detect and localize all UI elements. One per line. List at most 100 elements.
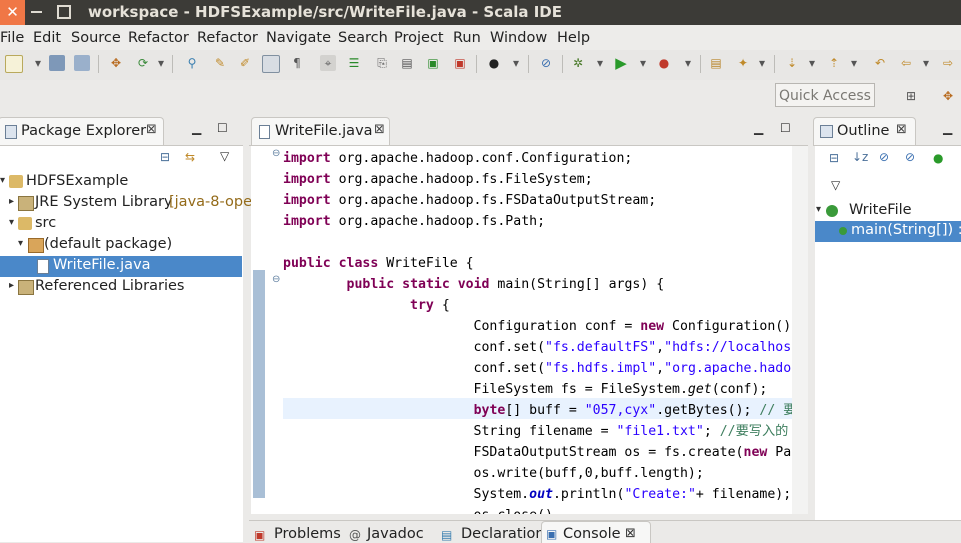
tree-label-decoration: [java-8-ope [169,194,252,210]
previous-annotation-icon[interactable]: ⇡ [826,55,842,71]
open-perspective-icon[interactable]: ⊞ [903,88,919,104]
tree-item-default-package[interactable]: ▾ (default package) [0,235,242,256]
build-icon[interactable]: ✥ [108,55,124,71]
view-menu-icon[interactable]: ▽ [220,149,229,163]
tree-item-project[interactable]: ▾ HDFSExample [0,172,242,193]
block-selection-icon[interactable]: ☰ [346,55,362,71]
debug-perspective-icon[interactable]: ⚲ [184,55,200,71]
save-all-icon[interactable] [74,55,90,71]
edit-icon[interactable]: ✎ [212,55,228,71]
toggle-mark-occurrences-icon[interactable]: ⌖ [320,55,336,71]
tab-outline[interactable]: Outline ⊠ [813,117,916,145]
maximize-icon[interactable]: ☐ [780,121,791,135]
close-icon[interactable]: ⊠ [374,122,385,137]
open-type-icon[interactable]: ✐ [237,55,253,71]
tree-item-jre-library[interactable]: ▸ JRE System Library [java-8-ope [0,193,252,214]
menu-run[interactable]: Run [453,30,481,46]
minimize-icon[interactable]: ▁ [943,121,952,135]
user-icon[interactable]: ● [486,55,502,71]
close-icon[interactable]: ⊠ [896,122,907,137]
tab-console[interactable]: ▣ Console ⊠ [541,521,651,543]
hide-static-icon[interactable]: ⊘ [905,150,915,164]
show-source-icon[interactable]: ▤ [399,55,415,71]
refresh-icon[interactable]: ⟳ [135,55,151,71]
collapse-all-icon[interactable]: ⊟ [160,150,170,164]
open-project-icon[interactable]: ▤ [708,55,724,71]
run-icon[interactable]: ▶ [613,55,629,71]
dropdown-arrow-icon[interactable]: ▾ [635,55,651,71]
link-with-editor-icon[interactable]: ⇆ [185,150,195,164]
outline-item-class[interactable]: ▾ WriteFile [815,201,961,222]
quick-access-field[interactable]: Quick Access [775,83,875,107]
window-close-button[interactable]: ✕ [0,0,25,25]
editor-scrollbar[interactable] [792,146,808,514]
show-whitespace-icon[interactable]: ⎘ [374,55,390,71]
menu-source[interactable]: Source [71,30,121,46]
menu-refactor[interactable]: Refactor [128,30,189,46]
sort-icon[interactable]: ↓z [852,150,868,164]
close-icon[interactable]: ⊠ [146,122,157,137]
open-resource-icon[interactable] [262,55,280,73]
fold-icon[interactable]: ⊖ [272,148,280,159]
dropdown-arrow-icon[interactable]: ▾ [846,55,862,71]
fold-icon[interactable]: ⊖ [272,274,280,285]
tab-javadoc[interactable]: Javadoc [367,526,424,542]
window-maximize-button[interactable] [57,5,71,19]
dropdown-arrow-icon[interactable]: ▾ [508,55,524,71]
back-icon[interactable]: ⇦ [898,55,914,71]
menu-project[interactable]: Project [394,30,444,46]
collapsed-arrow-icon[interactable]: ▸ [9,196,14,207]
java-perspective-icon[interactable]: ✥ [940,88,956,104]
dropdown-arrow-icon[interactable]: ▾ [153,55,169,71]
tree-item-src[interactable]: ▾ src [0,214,242,235]
debug-icon[interactable]: ✲ [570,55,586,71]
window-minimize-button[interactable] [31,11,42,13]
paragraph-icon[interactable]: ¶ [289,55,305,71]
dropdown-arrow-icon[interactable]: ▾ [804,55,820,71]
dropdown-arrow-icon[interactable]: ▾ [30,55,46,71]
expanded-arrow-icon[interactable]: ▾ [0,175,5,186]
hide-non-public-icon[interactable]: ● [933,151,943,165]
tab-declaration[interactable]: Declaration [461,526,545,542]
tree-item-referenced-libraries[interactable]: ▸ Referenced Libraries [0,277,242,298]
tab-problems[interactable]: Problems [274,526,341,542]
close-icon[interactable]: ⊠ [625,526,636,541]
maximize-icon[interactable]: ☐ [217,121,228,135]
collapse-all-icon[interactable]: ⊟ [829,151,839,165]
menu-window[interactable]: Window [490,30,547,46]
menu-file[interactable]: File [0,30,24,46]
menu-refactor-scala[interactable]: Refactor [197,30,258,46]
dropdown-arrow-icon[interactable]: ▾ [918,55,934,71]
dropdown-arrow-icon[interactable]: ▾ [592,55,608,71]
expanded-arrow-icon[interactable]: ▾ [9,217,14,228]
last-edit-icon[interactable]: ↶ [872,55,888,71]
expanded-arrow-icon[interactable]: ▾ [816,204,821,215]
external-tools-icon[interactable]: ● [656,55,672,71]
hide-fields-icon[interactable]: ⊘ [879,150,889,164]
expanded-arrow-icon[interactable]: ▾ [18,238,23,249]
menu-edit[interactable]: Edit [33,30,61,46]
outline-item-method[interactable]: main(String[]) : [815,221,961,242]
stop-icon[interactable]: ▣ [452,55,468,71]
skip-breakpoints-icon[interactable]: ⊘ [538,55,554,71]
dropdown-arrow-icon[interactable]: ▾ [754,55,770,71]
collapsed-arrow-icon[interactable]: ▸ [9,280,14,291]
next-annotation-icon[interactable]: ⇣ [784,55,800,71]
save-icon[interactable] [49,55,65,71]
tree-item-writefile[interactable]: WriteFile.java [0,256,242,277]
window-title: workspace - HDFSExample/src/WriteFile.ja… [88,3,562,21]
menu-help[interactable]: Help [557,30,590,46]
new-icon[interactable] [5,55,23,73]
dropdown-arrow-icon[interactable]: ▾ [680,55,696,71]
tab-writefile-java[interactable]: WriteFile.java ⊠ [251,117,390,145]
tab-package-explorer[interactable]: Package Explorer ⊠ [0,117,164,145]
run-scala-icon[interactable]: ▣ [425,55,441,71]
forward-icon[interactable]: ⇨ [940,55,956,71]
menu-search[interactable]: Search [338,30,388,46]
open-task-icon[interactable]: ✦ [735,55,751,71]
view-menu-icon[interactable]: ▽ [831,178,840,192]
minimize-icon[interactable]: ▁ [754,121,763,135]
minimize-icon[interactable]: ▁ [192,121,201,135]
code-editor[interactable]: ⊖ ⊖ import org.apache.hadoop.conf.Config… [251,146,792,514]
menu-navigate[interactable]: Navigate [266,30,331,46]
